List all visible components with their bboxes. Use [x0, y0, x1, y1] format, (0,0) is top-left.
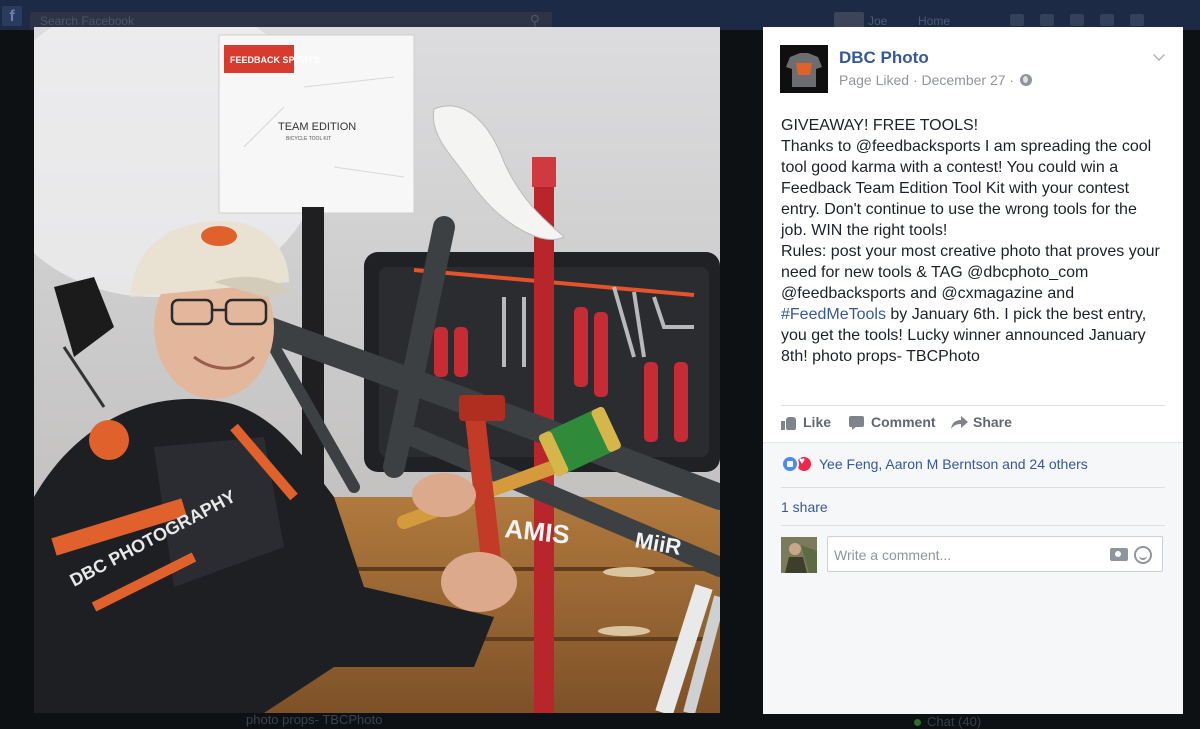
help-icon[interactable] [1100, 14, 1114, 26]
public-globe-icon [1019, 74, 1032, 86]
box-sub-label: BICYCLE TOOL KIT [286, 136, 331, 142]
post-actions: Like Comment Share [781, 407, 1165, 437]
search-placeholder: Search Facebook [40, 14, 135, 28]
home-link[interactable]: Home [918, 14, 950, 28]
post-meta-text[interactable]: Page Liked · December 27 · [839, 72, 1018, 88]
post-meta: Page Liked · December 27 · [839, 72, 1032, 88]
post-text-main: GIVEAWAY! FREE TOOLS! Thanks to @feedbac… [781, 117, 1160, 302]
jersey-logo-icon [780, 45, 828, 93]
chat-label: Chat (40) [927, 714, 982, 729]
divider [781, 487, 1165, 488]
notifications-icon[interactable] [1070, 14, 1084, 26]
facebook-top-bar: f Search Facebook ⚲ Joe Home [0, 0, 1200, 30]
like-label: Like [803, 414, 832, 430]
emoji-icon[interactable] [1134, 546, 1152, 564]
background-post-caption: photo props- TBCPhoto [246, 712, 383, 727]
comment-input[interactable]: Write a comment... [827, 536, 1163, 572]
camera-icon[interactable] [1110, 548, 1128, 561]
chat-bar[interactable]: Chat (40) [910, 714, 1200, 729]
box-brand-label: FEEDBACK SPORTS [230, 55, 320, 65]
share-arrow-icon [951, 415, 968, 430]
divider [781, 405, 1165, 406]
reactions-summary[interactable]: Yee Feng, Aaron M Berntson and 24 others [781, 455, 1088, 473]
post-photo[interactable]: FEEDBACK SPORTS TEAM EDITION BICYCLE TOO… [34, 27, 720, 713]
page-name-link[interactable]: DBC Photo [839, 48, 929, 68]
thumbs-up-icon [781, 415, 797, 430]
user-name-link[interactable]: Joe [868, 14, 887, 28]
friend-requests-icon[interactable] [1010, 14, 1024, 26]
like-reaction-icon [781, 455, 799, 473]
account-menu-icon[interactable] [1130, 14, 1144, 26]
post-panel: DBC Photo Page Liked · December 27 · GIV… [763, 27, 1183, 714]
messages-icon[interactable] [1040, 14, 1054, 26]
chevron-down-icon[interactable] [1153, 49, 1165, 61]
reactions-text[interactable]: Yee Feng, Aaron M Berntson and 24 others [819, 456, 1088, 472]
box-title-label: TEAM EDITION [278, 121, 356, 133]
online-status-icon [914, 719, 921, 726]
current-user-avatar[interactable] [781, 537, 817, 573]
hashtag-link[interactable]: #FeedMeTools [781, 306, 886, 323]
share-label: Share [973, 414, 1012, 430]
feedback-section [763, 442, 1183, 714]
shares-link[interactable]: 1 share [781, 499, 828, 515]
post-text: GIVEAWAY! FREE TOOLS! Thanks to @feedbac… [781, 115, 1167, 367]
comment-button[interactable]: Comment [849, 414, 936, 430]
comment-bubble-icon [849, 415, 865, 430]
share-button[interactable]: Share [951, 414, 1012, 430]
like-button[interactable]: Like [781, 414, 831, 430]
page-avatar[interactable] [780, 45, 828, 93]
photo-illustration: FEEDBACK SPORTS TEAM EDITION BICYCLE TOO… [34, 27, 720, 713]
comment-label: Comment [871, 414, 936, 430]
comment-placeholder: Write a comment... [834, 547, 952, 563]
divider [781, 525, 1165, 526]
facebook-logo-icon[interactable]: f [2, 6, 22, 26]
user-photo-icon [781, 537, 817, 573]
